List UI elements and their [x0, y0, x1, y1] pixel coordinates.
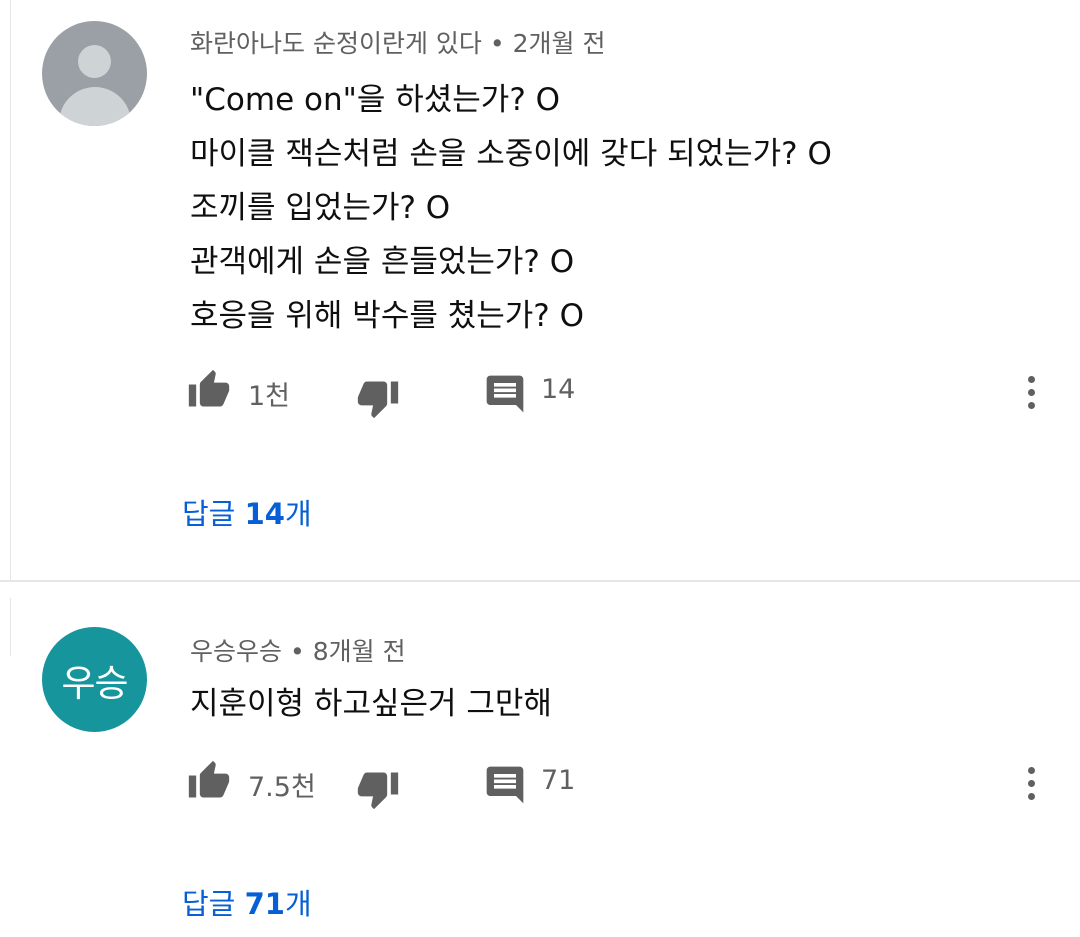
replies-label: 답글 [182, 497, 245, 531]
meta-separator: • [489, 29, 505, 58]
thumb-down-icon[interactable] [356, 767, 400, 811]
person-icon-body [59, 87, 131, 126]
avatar[interactable] [42, 21, 147, 126]
replies-unit: 개 [284, 497, 312, 531]
comment-text-line: "Come on"을 하셨는가? O [190, 82, 561, 118]
like-count: 1천 [248, 381, 291, 412]
avatar[interactable]: 우승 [42, 627, 147, 732]
reply-count: 14 [541, 374, 576, 405]
like-count: 7.5천 [248, 772, 316, 803]
more-dot [1028, 376, 1035, 383]
thumb-up-icon[interactable] [187, 368, 231, 412]
more-vert-icon[interactable] [1020, 373, 1044, 413]
comment-meta: 화란아나도 순정이란게 있다 • 2개월 전 [190, 24, 606, 60]
reply-count: 71 [541, 765, 576, 796]
comment-time: 2개월 전 [512, 29, 606, 58]
comment-text-line: 지훈이형 하고싶은거 그만해 [190, 686, 552, 722]
replies-number: 14 [244, 497, 285, 531]
comment-icon[interactable] [483, 763, 527, 807]
comment-icon[interactable] [483, 372, 527, 416]
more-vert-icon[interactable] [1020, 764, 1044, 804]
meta-separator: • [290, 637, 305, 666]
comment-meta: 우승우승 • 8개월 전 [190, 632, 406, 668]
comment-text-line: 조끼를 입었는가? O [190, 190, 451, 226]
comment-thread: 우승 우승우승 • 8개월 전 지훈이형 하고싶은거 그만해 7.5천 71 답글 … [0, 582, 1080, 937]
replies-label: 답글 [182, 887, 245, 921]
comment-thread: 화란아나도 순정이란게 있다 • 2개월 전 "Come on"을 하셨는가? O … [0, 0, 1080, 580]
more-dot [1028, 780, 1035, 787]
comment-time: 8개월 전 [312, 637, 406, 666]
more-dot [1028, 793, 1035, 800]
thumb-down-icon[interactable] [356, 376, 400, 420]
replies-unit: 개 [284, 887, 312, 921]
more-dot [1028, 389, 1035, 396]
replies-number: 71 [244, 887, 285, 921]
avatar-initials: 우승 [61, 661, 128, 705]
comment-text-line: 호응을 위해 박수를 쳤는가? O [190, 298, 584, 334]
comment-text-line: 관객에게 손을 흔들었는가? O [190, 244, 575, 280]
thumb-up-icon[interactable] [187, 759, 231, 803]
comment-author[interactable]: 화란아나도 순정이란게 있다 [190, 29, 482, 58]
more-dot [1028, 767, 1035, 774]
comment-author[interactable]: 우승우승 [190, 637, 282, 666]
more-dot [1028, 402, 1035, 409]
person-icon-head [78, 45, 111, 78]
comment-text-line: 마이클 잭슨처럼 손을 소중이에 갖다 되었는가? O [190, 136, 832, 172]
view-replies-button[interactable]: 답글 14개 [182, 491, 312, 533]
view-replies-button[interactable]: 답글 71개 [182, 881, 312, 923]
